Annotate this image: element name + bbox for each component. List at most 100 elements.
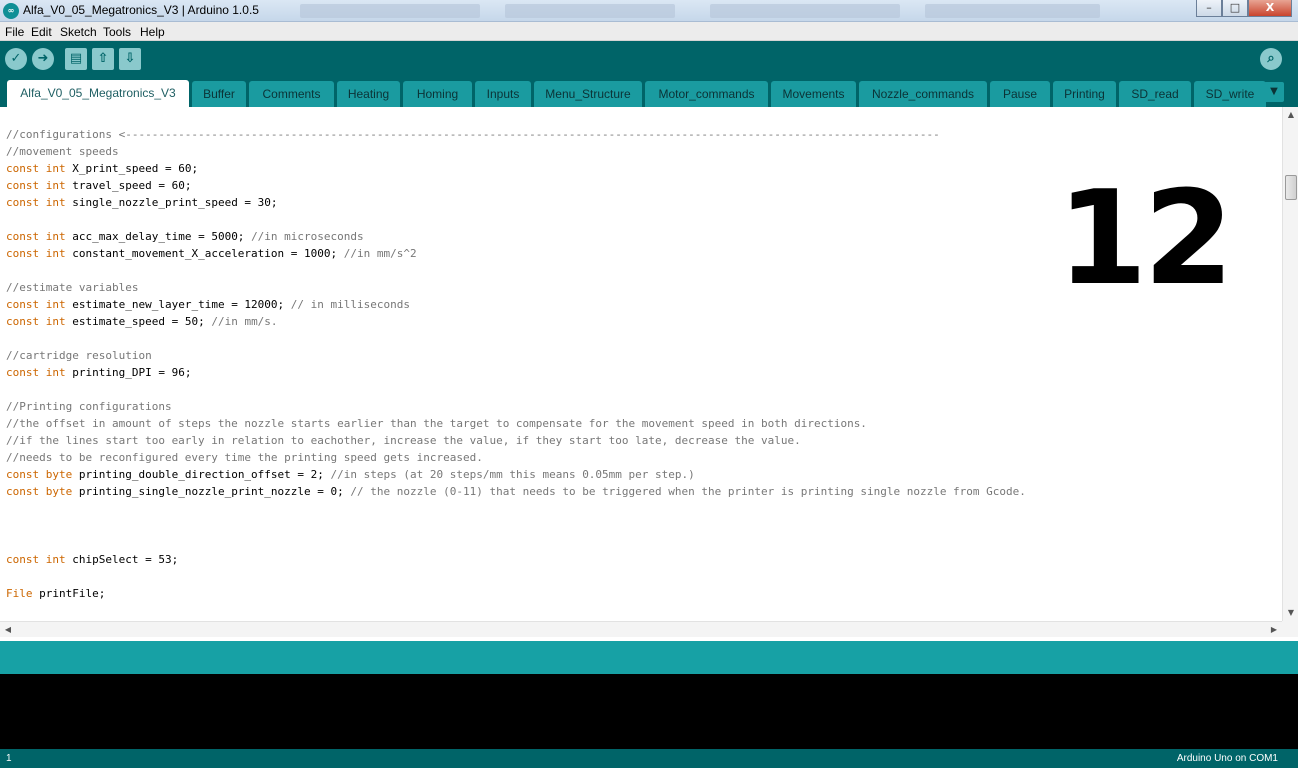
code-keyword: const bbox=[6, 162, 40, 175]
tab-comments[interactable]: Comments bbox=[249, 81, 334, 107]
scroll-right-arrow-icon[interactable]: ▶ bbox=[1266, 622, 1282, 638]
save-sketch-button[interactable]: ⇩ bbox=[119, 48, 141, 70]
code-comment: //the offset in amount of steps the nozz… bbox=[6, 417, 867, 430]
cursor-line-number: 1 bbox=[6, 753, 12, 764]
tab-buffer[interactable]: Buffer bbox=[192, 81, 246, 107]
tab-movements[interactable]: Movements bbox=[771, 81, 856, 107]
code-line: //estimate variables bbox=[6, 279, 1026, 296]
code-token: printFile; bbox=[32, 587, 106, 600]
code-token: acc_max_delay_time = 5000; bbox=[65, 230, 252, 243]
close-button[interactable]: X bbox=[1248, 0, 1292, 17]
code-comment: //configurations <----------------------… bbox=[6, 128, 940, 141]
code-comment: //if the lines start too early in relati… bbox=[6, 434, 801, 447]
maximize-button[interactable]: □ bbox=[1222, 0, 1248, 17]
upload-button[interactable]: ➜ bbox=[32, 48, 54, 70]
tab-printing[interactable]: Printing bbox=[1053, 81, 1116, 107]
window-title: Alfa_V0_05_Megatronics_V3 | Arduino 1.0.… bbox=[23, 3, 259, 17]
code-keyword: int bbox=[45, 366, 66, 379]
tab-sd-read[interactable]: SD_read bbox=[1119, 81, 1191, 107]
scroll-left-arrow-icon[interactable]: ◀ bbox=[0, 622, 16, 638]
tab-homing[interactable]: Homing bbox=[403, 81, 472, 107]
code-keyword: const bbox=[6, 485, 40, 498]
status-bar: 1 Arduino Uno on COM1 bbox=[0, 749, 1298, 768]
code-keyword: File bbox=[6, 587, 33, 600]
tab-nozzle-commands[interactable]: Nozzle_commands bbox=[859, 81, 987, 107]
code-line: const int estimate_new_layer_time = 1200… bbox=[6, 296, 1026, 313]
code-token: printing_DPI = 96; bbox=[65, 366, 192, 379]
scroll-down-arrow-icon[interactable]: ▼ bbox=[1283, 605, 1298, 621]
menu-tools[interactable]: Tools bbox=[103, 25, 131, 39]
tab-inputs[interactable]: Inputs bbox=[475, 81, 531, 107]
tab-heating[interactable]: Heating bbox=[337, 81, 400, 107]
new-sketch-button[interactable]: ▤ bbox=[65, 48, 87, 70]
vertical-scrollbar[interactable]: ▲ ▼ bbox=[1282, 107, 1298, 621]
menu-sketch[interactable]: Sketch bbox=[60, 25, 97, 39]
horizontal-scrollbar[interactable]: ◀ ▶ bbox=[0, 621, 1282, 637]
code-keyword: int bbox=[45, 162, 66, 175]
code-comment: // the nozzle (0-11) that needs to be tr… bbox=[350, 485, 1026, 498]
code-line: const int single_nozzle_print_speed = 30… bbox=[6, 194, 1026, 211]
code-keyword: const bbox=[6, 553, 40, 566]
code-token: single_nozzle_print_speed = 30; bbox=[65, 196, 278, 209]
arduino-ide-window: ∞ Alfa_V0_05_Megatronics_V3 | Arduino 1.… bbox=[0, 0, 1298, 768]
code-keyword: const bbox=[6, 468, 40, 481]
menu-help[interactable]: Help bbox=[140, 25, 165, 39]
scrollbar-corner bbox=[1282, 621, 1298, 637]
message-area bbox=[0, 641, 1298, 674]
arduino-logo-icon: ∞ bbox=[3, 3, 19, 19]
code-keyword: int bbox=[45, 298, 66, 311]
code-line: const int travel_speed = 60; bbox=[6, 177, 1026, 194]
code-keyword: const bbox=[6, 298, 40, 311]
verify-button[interactable]: ✓ bbox=[5, 48, 27, 70]
serial-monitor-button[interactable]: ⌕ bbox=[1260, 48, 1282, 70]
code-comment: //estimate variables bbox=[6, 281, 139, 294]
code-keyword: byte bbox=[45, 485, 73, 498]
code-token: travel_speed = 60; bbox=[65, 179, 192, 192]
minimize-button[interactable]: – bbox=[1196, 0, 1222, 17]
code-line: //the offset in amount of steps the nozz… bbox=[6, 415, 1026, 432]
code-keyword: int bbox=[45, 315, 66, 328]
scroll-up-arrow-icon[interactable]: ▲ bbox=[1283, 107, 1298, 123]
tab-menu-structure[interactable]: Menu_Structure bbox=[534, 81, 642, 107]
code-line: const int chipSelect = 53; bbox=[6, 551, 1026, 568]
code-keyword: int bbox=[45, 179, 66, 192]
code-comment: //needs to be reconfigured every time th… bbox=[6, 451, 483, 464]
code-line: //configurations <----------------------… bbox=[6, 126, 1026, 143]
code-keyword: const bbox=[6, 179, 40, 192]
tab-menu-chevron-down-icon[interactable]: ▼ bbox=[1264, 82, 1284, 102]
tab-alfa-v0-05-megatronics-v3[interactable]: Alfa_V0_05_Megatronics_V3 bbox=[7, 80, 189, 107]
code-keyword: const bbox=[6, 196, 40, 209]
code-comment: //in steps (at 20 steps/mm this means 0.… bbox=[330, 468, 695, 481]
code-token: constant_movement_X_acceleration = 1000; bbox=[65, 247, 344, 260]
menu-edit[interactable]: Edit bbox=[31, 25, 52, 39]
code-text: //configurations <----------------------… bbox=[6, 126, 1026, 602]
tab-motor-commands[interactable]: Motor_commands bbox=[645, 81, 768, 107]
vertical-scroll-thumb[interactable] bbox=[1285, 175, 1297, 200]
code-keyword: const bbox=[6, 247, 40, 260]
code-keyword: int bbox=[45, 553, 66, 566]
tab-pause[interactable]: Pause bbox=[990, 81, 1050, 107]
code-keyword: byte bbox=[45, 468, 73, 481]
tab-sd-write[interactable]: SD_write bbox=[1194, 81, 1266, 107]
code-line: const byte printing_double_direction_off… bbox=[6, 466, 1026, 483]
code-token: chipSelect = 53; bbox=[65, 553, 179, 566]
code-line: //movement speeds bbox=[6, 143, 1026, 160]
menu-file[interactable]: File bbox=[5, 25, 24, 39]
code-comment: //movement speeds bbox=[6, 145, 119, 158]
open-sketch-button[interactable]: ⇧ bbox=[92, 48, 114, 70]
code-keyword: const bbox=[6, 230, 40, 243]
code-keyword: const bbox=[6, 366, 40, 379]
